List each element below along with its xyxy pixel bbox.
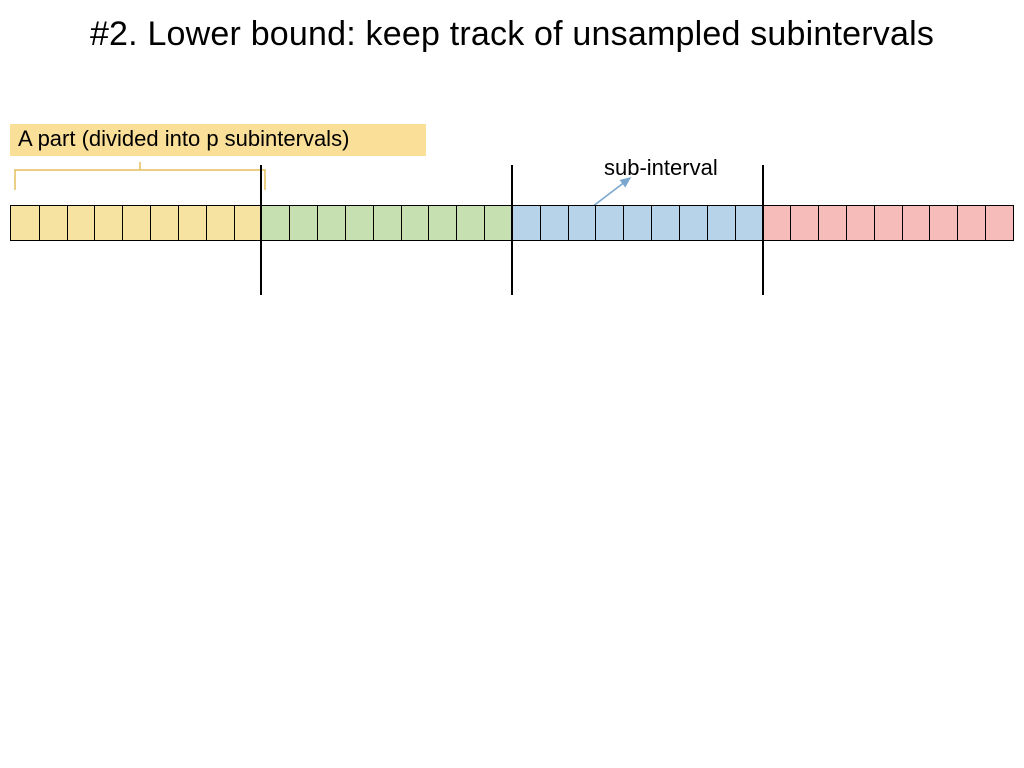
subinterval-cell [428,206,456,240]
slide-title: #2. Lower bound: keep track of unsampled… [0,14,1024,54]
part-divider [511,165,513,295]
subinterval-cell [957,206,985,240]
subinterval-cell [595,206,623,240]
subinterval-cell [178,206,206,240]
subinterval-cell [679,206,707,240]
subinterval-cell [261,206,289,240]
subinterval-cell [985,206,1013,240]
part-divider [260,165,262,295]
subinterval-cell [401,206,429,240]
subinterval-cell [818,206,846,240]
subinterval-cell [484,206,512,240]
subinterval-cell [289,206,317,240]
subinterval-cell [735,206,763,240]
subinterval-cell [540,206,568,240]
subinterval-cell [512,206,540,240]
subinterval-cell [929,206,957,240]
subinterval-cell [122,206,150,240]
subinterval-cell [234,206,262,240]
subinterval-cell [790,206,818,240]
subinterval-cell [345,206,373,240]
subinterval-cell [874,206,902,240]
subinterval-cell [317,206,345,240]
subinterval-cell [846,206,874,240]
subinterval-cell [902,206,930,240]
subinterval-cell [94,206,122,240]
part-label: A part (divided into p subintervals) [10,124,426,156]
subinterval-cell [456,206,484,240]
part-bracket-icon [14,162,266,192]
subinterval-cell [206,206,234,240]
subinterval-cell [373,206,401,240]
subinterval-cell [623,206,651,240]
part-divider [762,165,764,295]
diagram-stage: #2. Lower bound: keep track of unsampled… [0,0,1024,768]
subinterval-cell [11,206,39,240]
subinterval-cell [39,206,67,240]
subinterval-cell [707,206,735,240]
subinterval-cell [67,206,95,240]
subinterval-cell [762,206,790,240]
subinterval-cell [568,206,596,240]
subinterval-cell [651,206,679,240]
subinterval-cell [150,206,178,240]
